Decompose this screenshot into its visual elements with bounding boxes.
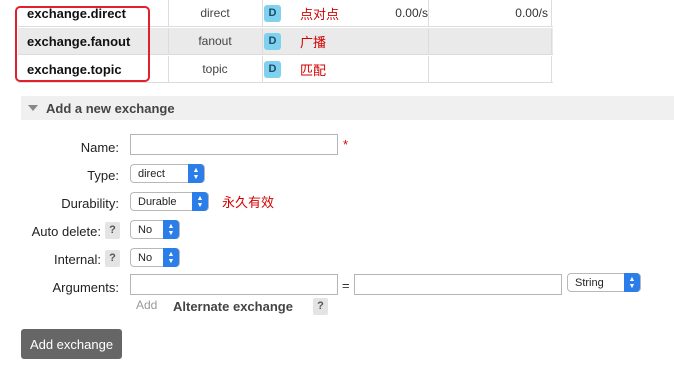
message-rate-in: 0.00/s [395,6,428,20]
internal-select[interactable]: No ▲ ▼ [130,248,180,267]
alternate-exchange-help-icon[interactable]: ? [313,298,328,315]
durable-badge: D [264,4,281,22]
select-arrows-icon: ▲ ▼ [624,273,640,292]
name-label: Name: [80,140,119,155]
durability-label: Durability: [61,196,119,211]
argument-type-value: String [575,276,604,289]
type-label: Type: [87,168,119,183]
argument-value-input[interactable] [354,274,562,295]
annotation-note: 广播 [300,34,327,50]
durability-annotation: 永久有效 [222,195,275,210]
message-rate-out [476,56,548,82]
argument-type-select[interactable]: String ▲ ▼ [567,273,641,292]
add-exchange-section-toggle[interactable]: Add a new exchange [21,96,674,120]
exchange-type: topic [202,62,228,76]
durable-badge: D [264,32,281,50]
internal-help-icon[interactable]: ? [105,250,120,267]
annotation-note: 点对点 [300,6,340,22]
exchange-type: fanout [198,34,232,48]
argument-key-input[interactable] [130,274,338,295]
highlight-box [15,6,150,82]
annotation-note: 匹配 [300,62,327,78]
message-rate-in [358,56,428,82]
select-arrows-icon: ▲ ▼ [188,164,204,183]
type-select-value: direct [138,167,165,180]
durable-badge: D [264,60,281,78]
auto-delete-select[interactable]: No ▲ ▼ [130,220,180,239]
auto-delete-select-value: No [138,223,153,236]
add-argument-link[interactable]: Add [136,298,157,312]
message-rate-out: 0.00/s [515,6,548,20]
type-select[interactable]: direct ▲ ▼ [130,164,205,183]
required-mark: * [343,137,349,152]
durability-select[interactable]: Durable ▲ ▼ [130,192,209,211]
message-rate-out [476,28,548,54]
internal-label: Internal: [54,252,101,267]
auto-delete-help-icon[interactable]: ? [105,222,120,239]
exchange-type: direct [200,6,230,20]
internal-select-value: No [138,251,153,264]
select-arrows-icon: ▲ ▼ [163,248,179,267]
name-input[interactable] [130,134,338,155]
section-title: Add a new exchange [46,100,175,116]
message-rate-in [358,28,428,54]
arguments-label: Arguments: [52,280,119,295]
add-exchange-button[interactable]: Add exchange [21,329,122,359]
select-arrows-icon: ▲ ▼ [192,192,208,211]
durability-select-value: Durable [138,195,177,208]
auto-delete-label: Auto delete: [31,224,101,239]
argument-equals: = [342,278,350,293]
collapse-triangle-icon [28,105,38,111]
select-arrows-icon: ▲ ▼ [163,220,179,239]
alternate-exchange-link[interactable]: Alternate exchange [173,299,293,314]
